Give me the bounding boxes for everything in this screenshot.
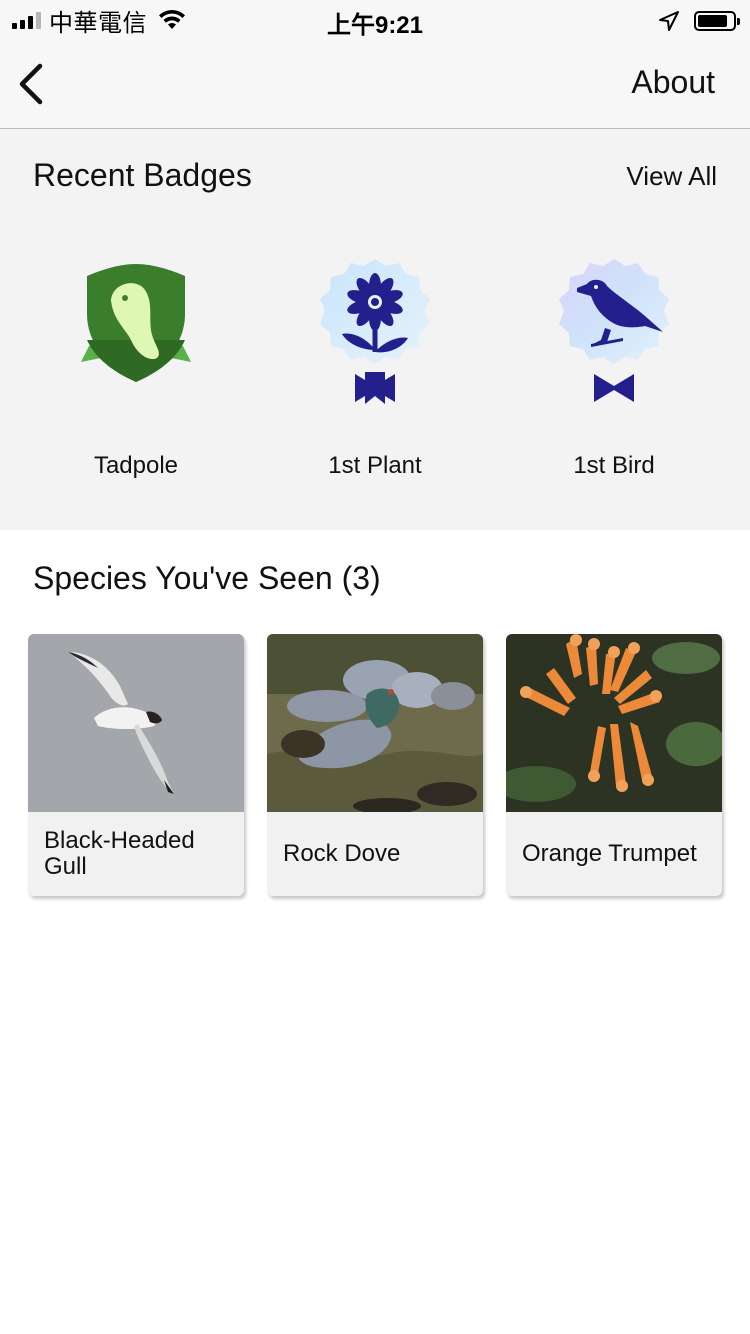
- location-arrow-icon: [659, 11, 679, 31]
- navigation-bar: About: [0, 40, 750, 129]
- chevron-left-icon: [19, 63, 43, 105]
- species-card-orange-trumpet[interactable]: Orange Trumpet: [506, 634, 722, 896]
- species-name: Black-Headed Gull: [44, 827, 195, 880]
- bird-ribbon-icon: [559, 259, 669, 402]
- about-button[interactable]: About: [631, 64, 715, 101]
- species-photo: [28, 634, 244, 812]
- battery-icon: [694, 11, 740, 31]
- badge-1st-plant[interactable]: 1st Plant: [275, 254, 475, 494]
- species-photo: [267, 634, 483, 812]
- back-button[interactable]: [14, 60, 50, 108]
- badge-1st-bird[interactable]: 1st Bird: [514, 254, 714, 494]
- species-name: Rock Dove: [283, 840, 401, 867]
- species-photo: [506, 634, 722, 812]
- battery-level: [698, 15, 727, 27]
- view-all-button[interactable]: View All: [626, 161, 717, 192]
- status-right: [658, 8, 740, 34]
- species-seen-title: Species You've Seen (3): [33, 560, 381, 596]
- recent-badges-section: Recent Badges View All Tadpole 1st Plant…: [0, 129, 750, 530]
- status-time: 上午9:21: [326, 12, 424, 39]
- badge-label: 1st Bird: [573, 452, 655, 479]
- species-card-black-headed-gull[interactable]: Black-Headed Gull: [28, 634, 244, 896]
- recent-badges-title: Recent Badges: [33, 157, 252, 193]
- badge-tadpole[interactable]: Tadpole: [36, 254, 236, 494]
- flower-ribbon-icon: [320, 259, 430, 404]
- badge-label: Tadpole: [93, 452, 179, 479]
- badge-label: 1st Plant: [328, 452, 422, 479]
- status-bar: 中華電信 上午9:21: [0, 0, 750, 40]
- species-card-rock-dove[interactable]: Rock Dove: [267, 634, 483, 896]
- species-name: Orange Trumpet: [522, 840, 697, 867]
- tadpole-shield-icon: [81, 264, 191, 382]
